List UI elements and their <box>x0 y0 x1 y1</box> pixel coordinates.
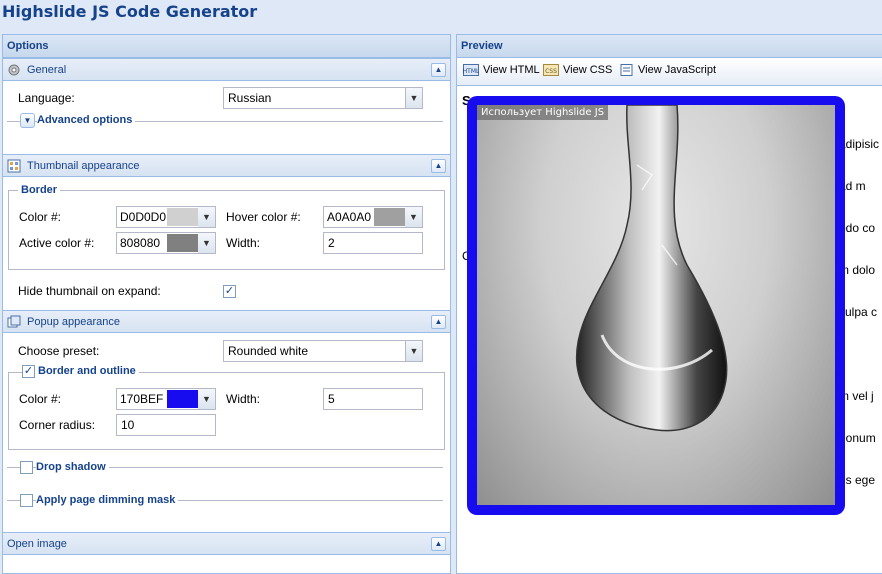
popup-color-swatch <box>167 390 198 408</box>
script-file-icon <box>620 64 633 77</box>
active-color-picker[interactable]: 808080 ▼ <box>116 232 216 254</box>
active-color-value: 808080 <box>120 236 161 250</box>
popup-color-picker[interactable]: 170BEF ▼ <box>116 388 216 410</box>
text-line: adipisic <box>839 137 880 151</box>
section-general-header[interactable]: General ▲ <box>3 58 450 81</box>
hide-thumbnail-checkbox[interactable]: ✓ <box>223 285 236 298</box>
popup-width-input[interactable]: 5 <box>323 388 423 410</box>
popup-color-value: 170BEF <box>120 392 164 406</box>
text-line: ad m <box>839 179 866 193</box>
view-js-label: View JavaScript <box>638 64 717 76</box>
chevron-down-icon[interactable]: ▼ <box>198 233 215 253</box>
hover-color-picker[interactable]: A0A0A0 ▼ <box>323 206 423 228</box>
dimming-label[interactable]: Apply page dimming mask <box>36 494 179 506</box>
hover-color-swatch <box>374 208 405 226</box>
section-general-label: General <box>27 64 67 76</box>
popup-image[interactable]: Использует Highslide JS <box>477 105 835 505</box>
html-file-icon: HTML <box>463 64 479 77</box>
chevron-down-icon[interactable]: ▼ <box>198 207 215 227</box>
gear-icon <box>8 64 20 76</box>
view-js-button[interactable]: View JavaScript <box>618 64 717 77</box>
text-line: odo co <box>839 221 876 235</box>
preview-page-text: adipisic ad m odo co m dolo culpa c m ve… <box>839 109 879 515</box>
language-select[interactable]: Russian ▼ <box>223 87 423 109</box>
hover-color-label: Hover color #: <box>226 210 301 224</box>
popup-windows-icon <box>7 315 21 328</box>
color-label: Color #: <box>19 210 62 224</box>
view-css-button[interactable]: CSS View CSS <box>543 64 613 77</box>
text-line <box>839 347 879 361</box>
popup-caption: Использует Highslide JS <box>477 105 609 120</box>
width-label: Width: <box>226 236 261 250</box>
chevron-down-icon[interactable]: ▼ <box>198 389 215 409</box>
section-thumbnail-header[interactable]: Thumbnail appearance ▲ <box>3 154 450 177</box>
border-outline-checkbox[interactable]: ✓ <box>22 365 35 378</box>
section-open-image-header[interactable]: Open image ▲ <box>3 532 450 555</box>
border-width-input[interactable]: 2 <box>323 232 423 254</box>
color-swatch <box>167 208 198 226</box>
corner-radius-input[interactable]: 10 <box>116 414 216 436</box>
view-css-label: View CSS <box>563 64 613 76</box>
preset-select[interactable]: Rounded white ▼ <box>223 340 423 362</box>
text-line: nonum <box>839 431 876 445</box>
popup-width-label: Width: <box>226 392 261 406</box>
active-color-swatch <box>167 234 198 252</box>
drop-shadow-label[interactable]: Drop shadow <box>36 461 109 473</box>
view-html-button[interactable]: HTML View HTML <box>463 64 540 77</box>
hide-thumbnail-label: Hide thumbnail on expand: <box>18 284 161 298</box>
text-line: culpa c <box>839 305 878 319</box>
collapse-thumbnail-button[interactable]: ▲ <box>431 159 446 173</box>
section-thumbnail-label: Thumbnail appearance <box>27 160 140 172</box>
text-line: m vel j <box>839 389 874 403</box>
active-color-label: Active color #: <box>19 236 95 250</box>
preset-value: Rounded white <box>228 344 309 358</box>
border-legend: Border <box>18 184 61 196</box>
language-value: Russian <box>228 91 272 105</box>
view-html-label: View HTML <box>483 64 540 76</box>
chevron-down-icon[interactable]: ▼ <box>405 341 422 361</box>
dimming-checkbox[interactable] <box>20 494 33 507</box>
text-line: us ege <box>839 473 876 487</box>
color-picker[interactable]: D0D0D0 ▼ <box>116 206 216 228</box>
border-outline-legend[interactable]: Border and outline <box>35 365 139 377</box>
app-title: Highslide JS Code Generator <box>2 2 258 21</box>
collapse-popup-button[interactable]: ▲ <box>431 315 446 329</box>
css-file-icon: CSS <box>543 64 559 77</box>
popup-frame[interactable]: Использует Highslide JS <box>467 96 845 515</box>
chevron-down-icon[interactable]: ▼ <box>405 88 422 108</box>
advanced-toggle-button[interactable]: ▼ <box>20 113 35 128</box>
section-popup-header[interactable]: Popup appearance ▲ <box>3 310 450 333</box>
preview-panel-header: Preview <box>457 35 882 58</box>
border-fieldset <box>8 190 445 270</box>
thumbnail-grid-icon <box>7 159 21 173</box>
svg-text:HTML: HTML <box>463 68 479 75</box>
border-outline-fieldset <box>8 372 445 450</box>
drop-shadow-checkbox[interactable] <box>20 461 33 474</box>
chevron-down-icon[interactable]: ▼ <box>405 207 422 227</box>
corner-radius-label: Corner radius: <box>19 418 96 432</box>
hover-color-value: A0A0A0 <box>327 210 372 224</box>
text-line: m dolo <box>839 263 876 277</box>
water-drop-image <box>575 105 728 432</box>
collapse-general-button[interactable]: ▲ <box>431 63 446 77</box>
language-label: Language: <box>18 91 75 105</box>
section-open-image-label: Open image <box>7 538 67 550</box>
color-value: D0D0D0 <box>120 210 167 224</box>
options-panel: Options General ▲ Language: Russian ▼ ▼ … <box>2 34 451 574</box>
preview-panel: Preview S adipisic ad m odo co m dolo cu… <box>456 34 882 574</box>
advanced-options-label[interactable]: Advanced options <box>37 114 136 126</box>
popup-color-label: Color #: <box>19 392 62 406</box>
section-popup-label: Popup appearance <box>27 316 120 328</box>
svg-text:CSS: CSS <box>545 68 557 75</box>
preset-label: Choose preset: <box>18 344 100 358</box>
options-panel-header: Options <box>3 35 450 58</box>
collapse-open-image-button[interactable]: ▲ <box>431 537 446 551</box>
